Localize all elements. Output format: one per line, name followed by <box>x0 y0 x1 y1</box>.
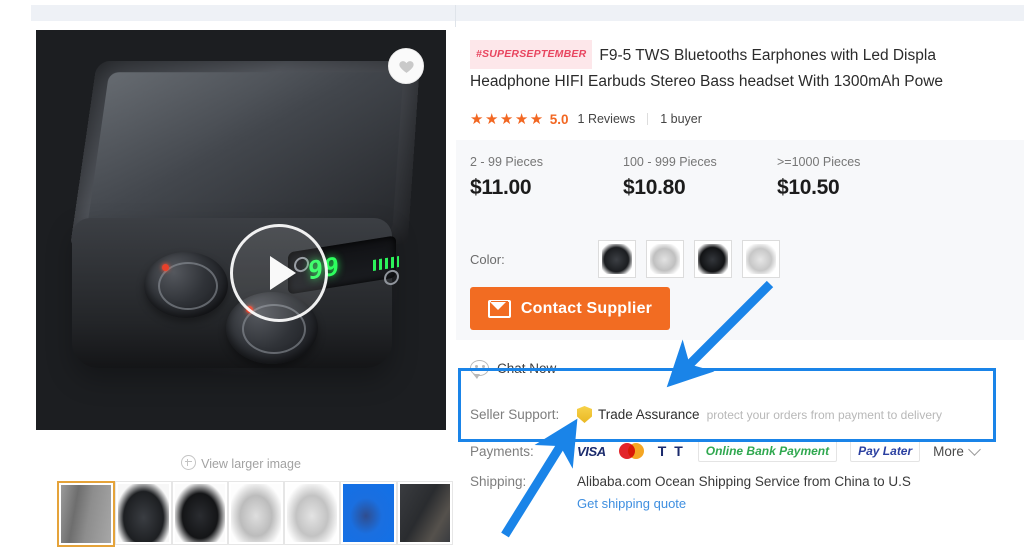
hero-image[interactable]: 99 <box>36 30 446 430</box>
price-tier-2-amount: $10.80 <box>623 176 686 199</box>
payment-pay-later-badge: Pay Later <box>850 440 921 462</box>
charging-case-lid <box>70 60 421 245</box>
price-tier-1-amount: $11.00 <box>470 176 532 199</box>
thumbnail-item-3[interactable] <box>171 481 228 545</box>
color-swatch-1[interactable] <box>598 240 636 278</box>
price-tier-3: >=1000 Pieces $10.50 <box>777 155 860 200</box>
heart-icon <box>398 60 414 73</box>
thumbnail-item-2[interactable] <box>115 481 172 545</box>
view-larger-label: View larger image <box>201 457 301 471</box>
payments-label: Payments: <box>470 443 534 459</box>
view-larger-image-link[interactable]: View larger image <box>31 455 451 471</box>
play-video-button[interactable] <box>230 224 328 322</box>
product-title: #SUPERSEPTEMBER F9-5 TWS Bluetooths Earph… <box>470 40 1024 94</box>
price-tier-2-qty: 100 - 999 Pieces <box>623 155 717 169</box>
price-tier-1: 2 - 99 Pieces $11.00 <box>470 155 543 200</box>
magnifier-plus-icon <box>181 455 197 470</box>
color-swatch-2[interactable] <box>646 240 684 278</box>
price-tier-1-qty: 2 - 99 Pieces <box>470 155 543 169</box>
reviews-count[interactable]: 1 Reviews <box>578 112 636 126</box>
seller-support-row: Seller Support: Trade Assurance protect … <box>470 406 942 423</box>
price-tier-3-amount: $10.50 <box>777 176 840 199</box>
chat-now-label: Chat Now <box>497 360 557 376</box>
chat-bubble-icon <box>470 360 489 379</box>
envelope-icon <box>487 299 511 318</box>
product-photo: 99 <box>36 30 446 430</box>
rating-score: 5.0 <box>549 111 569 127</box>
buyers-count: 1 buyer <box>660 112 702 126</box>
price-tier-3-qty: >=1000 Pieces <box>777 155 861 169</box>
contact-supplier-label: Contact Supplier <box>520 299 653 317</box>
top-band <box>31 5 1024 21</box>
thumbnail-item-7[interactable] <box>396 481 453 545</box>
payment-mastercard-icon <box>618 443 645 459</box>
color-selector: Color: <box>470 240 790 278</box>
product-gallery: 99 View larger image <box>31 22 453 547</box>
get-shipping-quote-link[interactable]: Get shipping quote <box>577 496 686 511</box>
trade-assurance-subtext: protect your orders from payment to deli… <box>706 407 942 422</box>
color-swatch-4[interactable] <box>742 240 780 278</box>
color-label: Color: <box>470 251 505 267</box>
rating-row: ★★★★★ 5.0 1 Reviews 1 buyer <box>470 110 702 128</box>
earbud-left <box>144 252 228 318</box>
price-tier-2: 100 - 999 Pieces $10.80 <box>623 155 717 200</box>
color-swatch-3[interactable] <box>694 240 732 278</box>
thumbnail-item-1[interactable] <box>57 481 116 547</box>
price-panel: 2 - 99 Pieces $11.00 100 - 999 Pieces $1… <box>456 140 1024 340</box>
thumbnail-item-6[interactable] <box>340 481 397 545</box>
play-triangle-icon <box>270 256 296 290</box>
campaign-badge: #SUPERSEPTEMBER <box>470 40 593 69</box>
thumbnail-item-4[interactable] <box>227 481 285 545</box>
payments-row: Payments: VISA T T Online Bank Payment P… <box>470 440 981 462</box>
shipping-label: Shipping: <box>470 474 527 489</box>
divider <box>647 113 649 125</box>
payments-more-label: More <box>933 443 964 459</box>
thumbnail-item-5[interactable] <box>284 481 341 545</box>
shipping-row: Shipping: Alibaba.com Ocean Shipping Ser… <box>470 474 911 489</box>
thumbnail-strip[interactable] <box>57 481 453 547</box>
wishlist-button[interactable] <box>388 48 424 84</box>
shield-icon <box>577 406 592 423</box>
star-rating-icon: ★★★★★ <box>470 111 545 128</box>
shipping-value: Alibaba.com Ocean Shipping Service from … <box>577 474 911 489</box>
chat-now-button[interactable]: Chat Now <box>470 360 557 379</box>
contact-supplier-button[interactable]: Contact Supplier <box>470 287 670 330</box>
trade-assurance-label[interactable]: Trade Assurance <box>598 407 700 422</box>
chevron-down-icon <box>968 442 981 456</box>
lid-inner <box>86 72 404 234</box>
product-details: #SUPERSEPTEMBER F9-5 TWS Bluetooths Earph… <box>456 22 1024 537</box>
payment-tt-icon: T T <box>657 443 685 459</box>
product-title-line-2[interactable]: Headphone HIFI Earbuds Stereo Bass heads… <box>470 69 1024 94</box>
page-root: 99 View larger image #SUPERSEPTEMBER F9-… <box>0 0 1024 547</box>
payment-visa-icon: VISA <box>577 443 606 459</box>
payment-online-bank-badge: Online Bank Payment <box>697 440 838 462</box>
payments-more-button[interactable]: More <box>933 442 981 459</box>
product-title-line-1[interactable]: F9-5 TWS Bluetooths Earphones with Led D… <box>599 47 936 64</box>
seller-support-label: Seller Support: <box>470 407 560 422</box>
